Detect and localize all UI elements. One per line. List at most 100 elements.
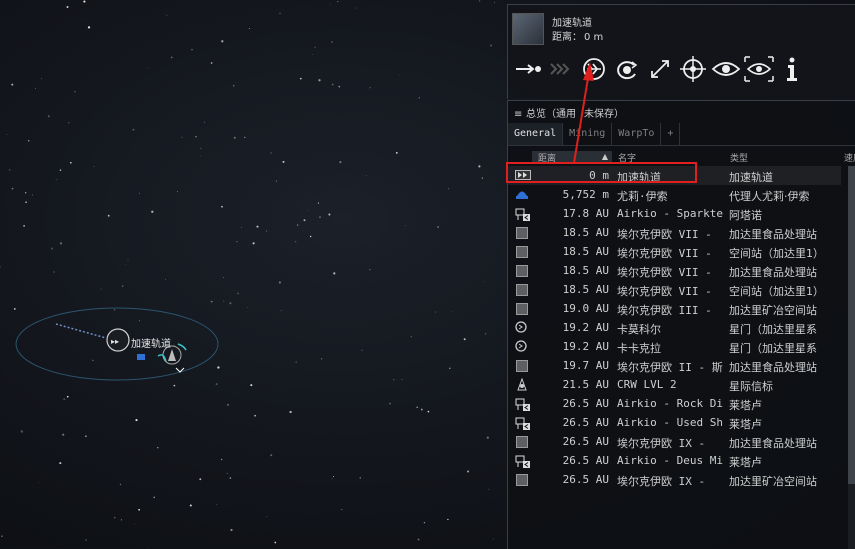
star — [337, 1, 339, 3]
star — [289, 410, 292, 414]
table-row[interactable]: 19.2 AU 卡莫科尔 星门（加达里星系 — [508, 318, 841, 337]
lock-target-button[interactable] — [677, 54, 709, 84]
row-distance: 5,752 m — [562, 188, 609, 201]
keep-at-range-button[interactable] — [644, 54, 676, 84]
star — [166, 14, 168, 16]
square-icon — [516, 474, 528, 486]
table-row[interactable]: 26.5 AU Airkio - Rock Dispe 莱塔卢 — [508, 394, 841, 413]
row-name: 卡莫科尔 — [617, 323, 661, 336]
star — [165, 279, 166, 281]
table-row[interactable]: 19.2 AU 卡卡克拉 星门（加达里星系 — [508, 337, 841, 356]
star — [100, 288, 102, 290]
star — [317, 202, 319, 204]
star — [85, 435, 87, 438]
star — [216, 504, 218, 505]
row-type: 星门（加达里星系 — [729, 323, 817, 336]
star — [282, 160, 285, 163]
table-row[interactable]: 18.5 AU 埃尔克伊欧 VII - 空间站（加达里1） — [508, 242, 841, 261]
look-at-button[interactable] — [710, 54, 742, 84]
star — [479, 0, 481, 2]
row-distance: 18.5 AU — [562, 226, 609, 239]
column-speed[interactable]: 速度 — [844, 151, 855, 164]
star — [84, 20, 86, 21]
row-type: 星际信标 — [729, 380, 773, 393]
row-name: 埃尔克伊欧 III - — [617, 304, 712, 317]
table-row[interactable]: 18.5 AU 埃尔克伊欧 VII - 空间站（加达里1） — [508, 280, 841, 299]
station-structure-icon — [515, 397, 530, 411]
star — [56, 179, 58, 181]
star — [20, 430, 23, 433]
tab-general[interactable]: General — [508, 123, 564, 145]
star — [173, 384, 176, 387]
star — [256, 225, 259, 228]
star — [8, 168, 11, 171]
table-row[interactable]: 5,752 m 尤莉·伊索 代理人尤莉·伊索 — [508, 185, 841, 204]
star — [200, 147, 202, 150]
table-row[interactable]: 18.5 AU 埃尔克伊欧 VII - 加达里食品处理站 — [508, 223, 841, 242]
tab-add[interactable]: + — [661, 123, 681, 145]
tab-mining[interactable]: Mining — [563, 123, 613, 145]
row-name: Airkio - Deus Mine — [617, 454, 723, 467]
star — [138, 508, 140, 511]
scrollbar-thumb[interactable] — [848, 166, 855, 484]
row-type: 莱塔卢 — [729, 399, 762, 412]
star — [210, 300, 213, 303]
table-row[interactable]: 26.5 AU Airkio - Deus Mine 莱塔卢 — [508, 451, 841, 470]
table-row[interactable]: 19.7 AU 埃尔克伊欧 II - 斯加达里食品处理站 — [508, 356, 841, 375]
star — [92, 359, 94, 361]
table-row[interactable]: 26.5 AU Airkio - Used Ship 莱塔卢 — [508, 413, 841, 432]
warp-to-button[interactable] — [578, 54, 610, 84]
star — [321, 358, 323, 360]
info-icon — [787, 57, 797, 81]
orbit-button[interactable] — [611, 54, 643, 84]
star — [279, 12, 281, 14]
selected-item-panel: 加速轨道 距离： 0 m — [507, 4, 855, 99]
square-icon — [516, 303, 528, 315]
star — [87, 26, 91, 29]
table-row[interactable]: 21.5 AU CRW LVL 2 星际信标 — [508, 375, 841, 394]
row-distance: 18.5 AU — [562, 264, 609, 277]
row-type: 阿塔诺 — [729, 209, 762, 222]
star — [113, 309, 116, 311]
star — [420, 408, 423, 411]
star — [410, 335, 413, 338]
star — [437, 226, 439, 228]
tab-warpto[interactable]: WarpTo — [612, 123, 662, 145]
star — [486, 436, 489, 439]
star — [107, 214, 110, 217]
table-row[interactable]: 26.5 AU 埃尔克伊欧 IX - 加达里矿冶空间站 — [508, 470, 841, 489]
star — [278, 281, 281, 284]
menu-icon[interactable]: ≡ — [514, 109, 522, 120]
star — [365, 174, 367, 176]
keep-at-range-icon — [651, 60, 669, 78]
table-row[interactable]: 19.0 AU 埃尔克伊欧 III - 加达里矿冶空间站 — [508, 299, 841, 318]
info-button[interactable] — [776, 54, 808, 84]
agent-bracket-icon — [137, 354, 145, 360]
star — [148, 546, 150, 548]
star — [195, 136, 197, 138]
table-row[interactable]: 18.5 AU 埃尔克伊欧 VII - 加达里食品处理站 — [508, 261, 841, 280]
star — [369, 87, 371, 89]
row-type: 加达里食品处理站 — [729, 266, 817, 279]
approach-button[interactable] — [512, 54, 544, 84]
row-distance: 17.8 AU — [562, 207, 609, 220]
star — [51, 247, 54, 250]
star — [229, 302, 232, 305]
show-info-eye-button[interactable] — [743, 54, 775, 84]
station-structure-icon — [515, 207, 530, 221]
star — [447, 518, 449, 521]
star — [481, 177, 484, 179]
star — [467, 470, 470, 473]
star — [227, 404, 229, 406]
table-row[interactable]: 26.5 AU 埃尔克伊欧 IX - 加达里食品处理站 — [508, 432, 841, 451]
gate-trail — [55, 323, 107, 339]
orbit-icon — [617, 61, 638, 80]
lock-target-icon — [680, 56, 706, 82]
star — [484, 281, 485, 283]
star — [229, 477, 232, 479]
table-row[interactable]: 17.8 AU Airkio - Sparktek In 阿塔诺 — [508, 204, 841, 223]
row-name: Airkio - Sparktek In — [617, 207, 723, 220]
column-type[interactable]: 类型 — [730, 151, 748, 164]
align-to-button[interactable] — [545, 54, 577, 84]
star — [38, 482, 40, 484]
